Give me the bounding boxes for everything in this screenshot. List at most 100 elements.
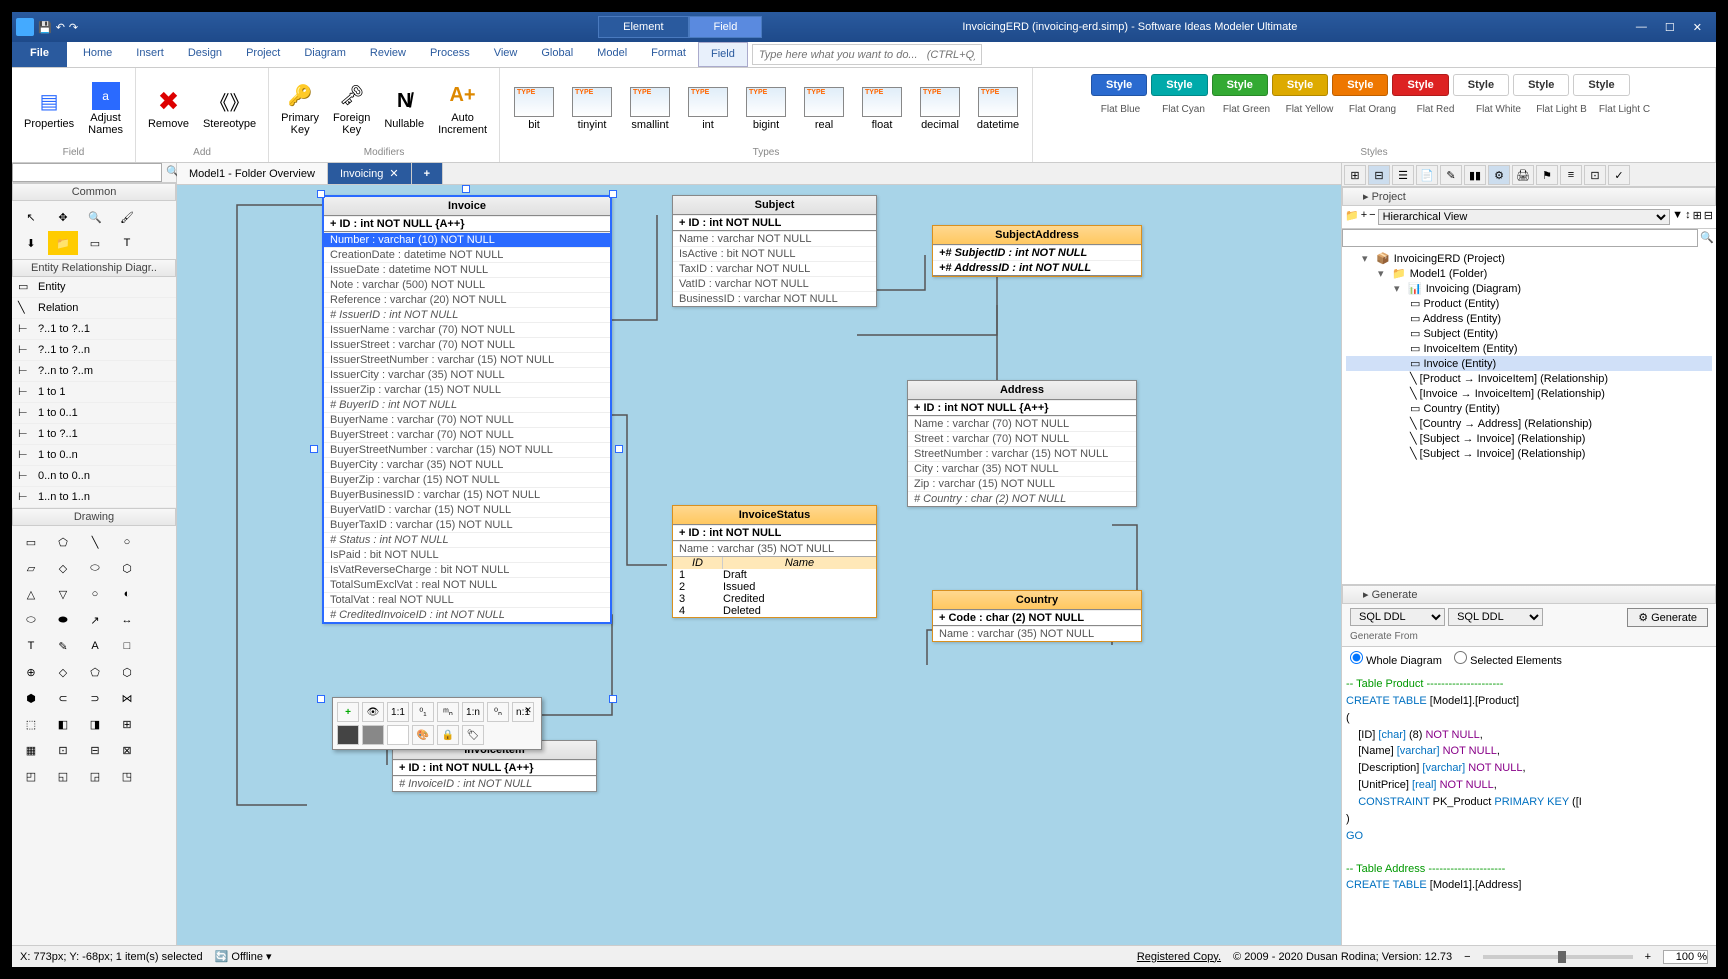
adjust-names-button[interactable]: aAdjust Names — [84, 80, 127, 138]
field-row[interactable]: Reference : varchar (20) NOT NULL — [324, 292, 610, 307]
field-row[interactable]: CreationDate : datetime NOT NULL — [324, 247, 610, 262]
entity-subjectaddress[interactable]: SubjectAddress +# SubjectID : int NOT NU… — [932, 225, 1142, 277]
field-row[interactable]: # BuyerID : int NOT NULL — [324, 397, 610, 412]
field-context-tab[interactable]: Field — [689, 16, 763, 38]
menu-review[interactable]: Review — [358, 42, 418, 67]
shape-tool-14[interactable]: ↗ — [80, 608, 110, 632]
style-Flat-Blue-button[interactable]: Style — [1091, 74, 1147, 96]
generator-template-select[interactable]: SQL DDL — [1448, 608, 1543, 626]
entity-subject[interactable]: Subject + ID : int NOT NULL Name : varch… — [672, 195, 877, 307]
tree-item[interactable]: ▭ Address (Entity) — [1346, 311, 1712, 326]
rt-icon[interactable]: ≡ — [1560, 165, 1582, 185]
shape-tool-39[interactable]: ◳ — [112, 764, 142, 788]
folder-tool[interactable]: 📁 — [48, 231, 78, 255]
entity-country[interactable]: Country + Code : char (2) NOT NULL Name … — [932, 590, 1142, 642]
color-fill-icon[interactable] — [337, 725, 359, 745]
rel-tool[interactable]: ⊢1..n to 1..n — [12, 487, 176, 508]
style-Flat-Yellow-button[interactable]: Style — [1272, 74, 1328, 96]
field-row[interactable]: BuyerCity : varchar (35) NOT NULL — [324, 457, 610, 472]
tab-overview[interactable]: Model1 - Folder Overview — [177, 163, 328, 184]
rt-icon[interactable]: ⊡ — [1584, 165, 1606, 185]
style-Flat-White-button[interactable]: Style — [1453, 74, 1509, 96]
shape-tool-19[interactable]: □ — [112, 634, 142, 658]
shape-tool-6[interactable]: ⬭ — [80, 556, 110, 580]
rel-tool[interactable]: ⊢1 to 0..n — [12, 445, 176, 466]
rt-icon[interactable]: ✎ — [1440, 165, 1462, 185]
shape-tool-3[interactable]: ○ — [112, 530, 142, 554]
rt-icon[interactable]: ⊞ — [1344, 165, 1366, 185]
field-row[interactable]: IsPaid : bit NOT NULL — [324, 547, 610, 562]
whole-diagram-radio[interactable]: Whole Diagram — [1350, 655, 1442, 667]
shape-tool-5[interactable]: ◇ — [48, 556, 78, 580]
auto-increment-button[interactable]: A+Auto Increment — [434, 80, 491, 138]
field-row[interactable]: TaxID : varchar NOT NULL — [673, 261, 876, 276]
remove-button[interactable]: ✖Remove — [144, 86, 193, 132]
relation-tool[interactable]: ╲Relation — [12, 298, 176, 319]
close-icon[interactable]: ✕ — [1693, 21, 1702, 34]
toolbox-search-input[interactable] — [12, 163, 162, 182]
shape-tool-9[interactable]: ▽ — [48, 582, 78, 606]
field-row[interactable]: # IssuerID : int NOT NULL — [324, 307, 610, 322]
layout-icon[interactable]: ⊞ — [1693, 209, 1702, 225]
style-Flat-Green-button[interactable]: Style — [1212, 74, 1268, 96]
shape-tool-23[interactable]: ⬡ — [112, 660, 142, 684]
shape-tool-32[interactable]: ▦ — [16, 738, 46, 762]
field-row[interactable]: BuyerTaxID : varchar (15) NOT NULL — [324, 517, 610, 532]
rel-tool[interactable]: ⊢?..n to ?..m — [12, 361, 176, 382]
field-row[interactable]: TotalVat : real NOT NULL — [324, 592, 610, 607]
tree-item[interactable]: ▭ InvoiceItem (Entity) — [1346, 341, 1712, 356]
rel-11-icon[interactable]: 1:1 — [387, 702, 409, 722]
menu-format[interactable]: Format — [639, 42, 698, 67]
palette-icon[interactable]: 🎨 — [412, 725, 434, 745]
floating-field-toolbar[interactable]: + 👁 1:1 ⁰₁ ᵐₙ 1:n ⁰ₙ n:1 ✕ 🎨 🔒 🏷 — [332, 697, 542, 750]
element-context-tab[interactable]: Element — [598, 16, 688, 38]
paint-tool[interactable]: 🖌 — [112, 205, 142, 229]
generator-select[interactable]: SQL DDL — [1350, 608, 1445, 626]
nullable-button[interactable]: N̸Nullable — [380, 86, 428, 132]
field-row[interactable]: Number : varchar (10) NOT NULL — [324, 232, 610, 247]
project-search-input[interactable] — [1342, 229, 1698, 247]
field-row[interactable]: BuyerVatID : varchar (15) NOT NULL — [324, 502, 610, 517]
shape-tool-13[interactable]: ⬬ — [48, 608, 78, 632]
shape-tool-36[interactable]: ◰ — [16, 764, 46, 788]
save-icon[interactable]: 💾 — [38, 21, 52, 34]
erd-panel-header[interactable]: Entity Relationship Diagr.. — [12, 259, 176, 277]
field-row[interactable]: BuyerStreetNumber : varchar (15) NOT NUL… — [324, 442, 610, 457]
field-row[interactable]: City : varchar (35) NOT NULL — [908, 461, 1136, 476]
project-tree[interactable]: ▾📦 InvoicingERD (Project) ▾📁 Model1 (Fol… — [1342, 247, 1716, 584]
tree-item[interactable]: ▭ Invoice (Entity) — [1346, 356, 1712, 371]
shape-tool-35[interactable]: ⊠ — [112, 738, 142, 762]
field-row[interactable]: BuyerStreet : varchar (70) NOT NULL — [324, 427, 610, 442]
shape-tool-10[interactable]: ○ — [80, 582, 110, 606]
type-datetime-button[interactable]: datetime — [972, 85, 1024, 133]
shape-tool-18[interactable]: A — [80, 634, 110, 658]
field-row[interactable]: BuyerName : varchar (70) NOT NULL — [324, 412, 610, 427]
shape-tool-12[interactable]: ⬭ — [16, 608, 46, 632]
color-white-icon[interactable] — [387, 725, 409, 745]
shape-tool-29[interactable]: ◧ — [48, 712, 78, 736]
rect-tool[interactable]: ▭ — [80, 231, 110, 255]
field-row[interactable]: IssuerStreetNumber : varchar (15) NOT NU… — [324, 352, 610, 367]
proj-tool-icon[interactable]: 📁 — [1345, 209, 1359, 225]
tree-item[interactable]: ▭ Country (Entity) — [1346, 401, 1712, 416]
color-dark-icon[interactable] — [362, 725, 384, 745]
close-tab-icon[interactable]: ✕ — [389, 167, 398, 180]
field-row[interactable]: # CreditedInvoiceID : int NOT NULL — [324, 607, 610, 622]
field-row[interactable]: IsActive : bit NOT NULL — [673, 246, 876, 261]
add-tab-button[interactable]: + — [412, 163, 443, 184]
type-smallint-button[interactable]: smallint — [624, 85, 676, 133]
undo-icon[interactable]: ↶ — [56, 21, 65, 34]
menu-field[interactable]: Field — [698, 42, 748, 67]
command-search-input[interactable] — [752, 44, 982, 65]
drawing-panel-header[interactable]: Drawing — [12, 508, 176, 526]
type-tinyint-button[interactable]: tinyint — [566, 85, 618, 133]
menu-project[interactable]: Project — [234, 42, 292, 67]
proj-tool-icon[interactable]: − — [1369, 209, 1375, 225]
field-row[interactable]: StreetNumber : varchar (15) NOT NULL — [908, 446, 1136, 461]
primary-key-button[interactable]: 🔑Primary Key — [277, 80, 323, 138]
style-Flat-Red-button[interactable]: Style — [1392, 74, 1448, 96]
field-row[interactable]: IssueDate : datetime NOT NULL — [324, 262, 610, 277]
entity-tool[interactable]: ▭Entity — [12, 277, 176, 298]
field-row[interactable]: Street : varchar (70) NOT NULL — [908, 431, 1136, 446]
tree-item[interactable]: ╲ [Country → Address] (Relationship) — [1346, 416, 1712, 431]
